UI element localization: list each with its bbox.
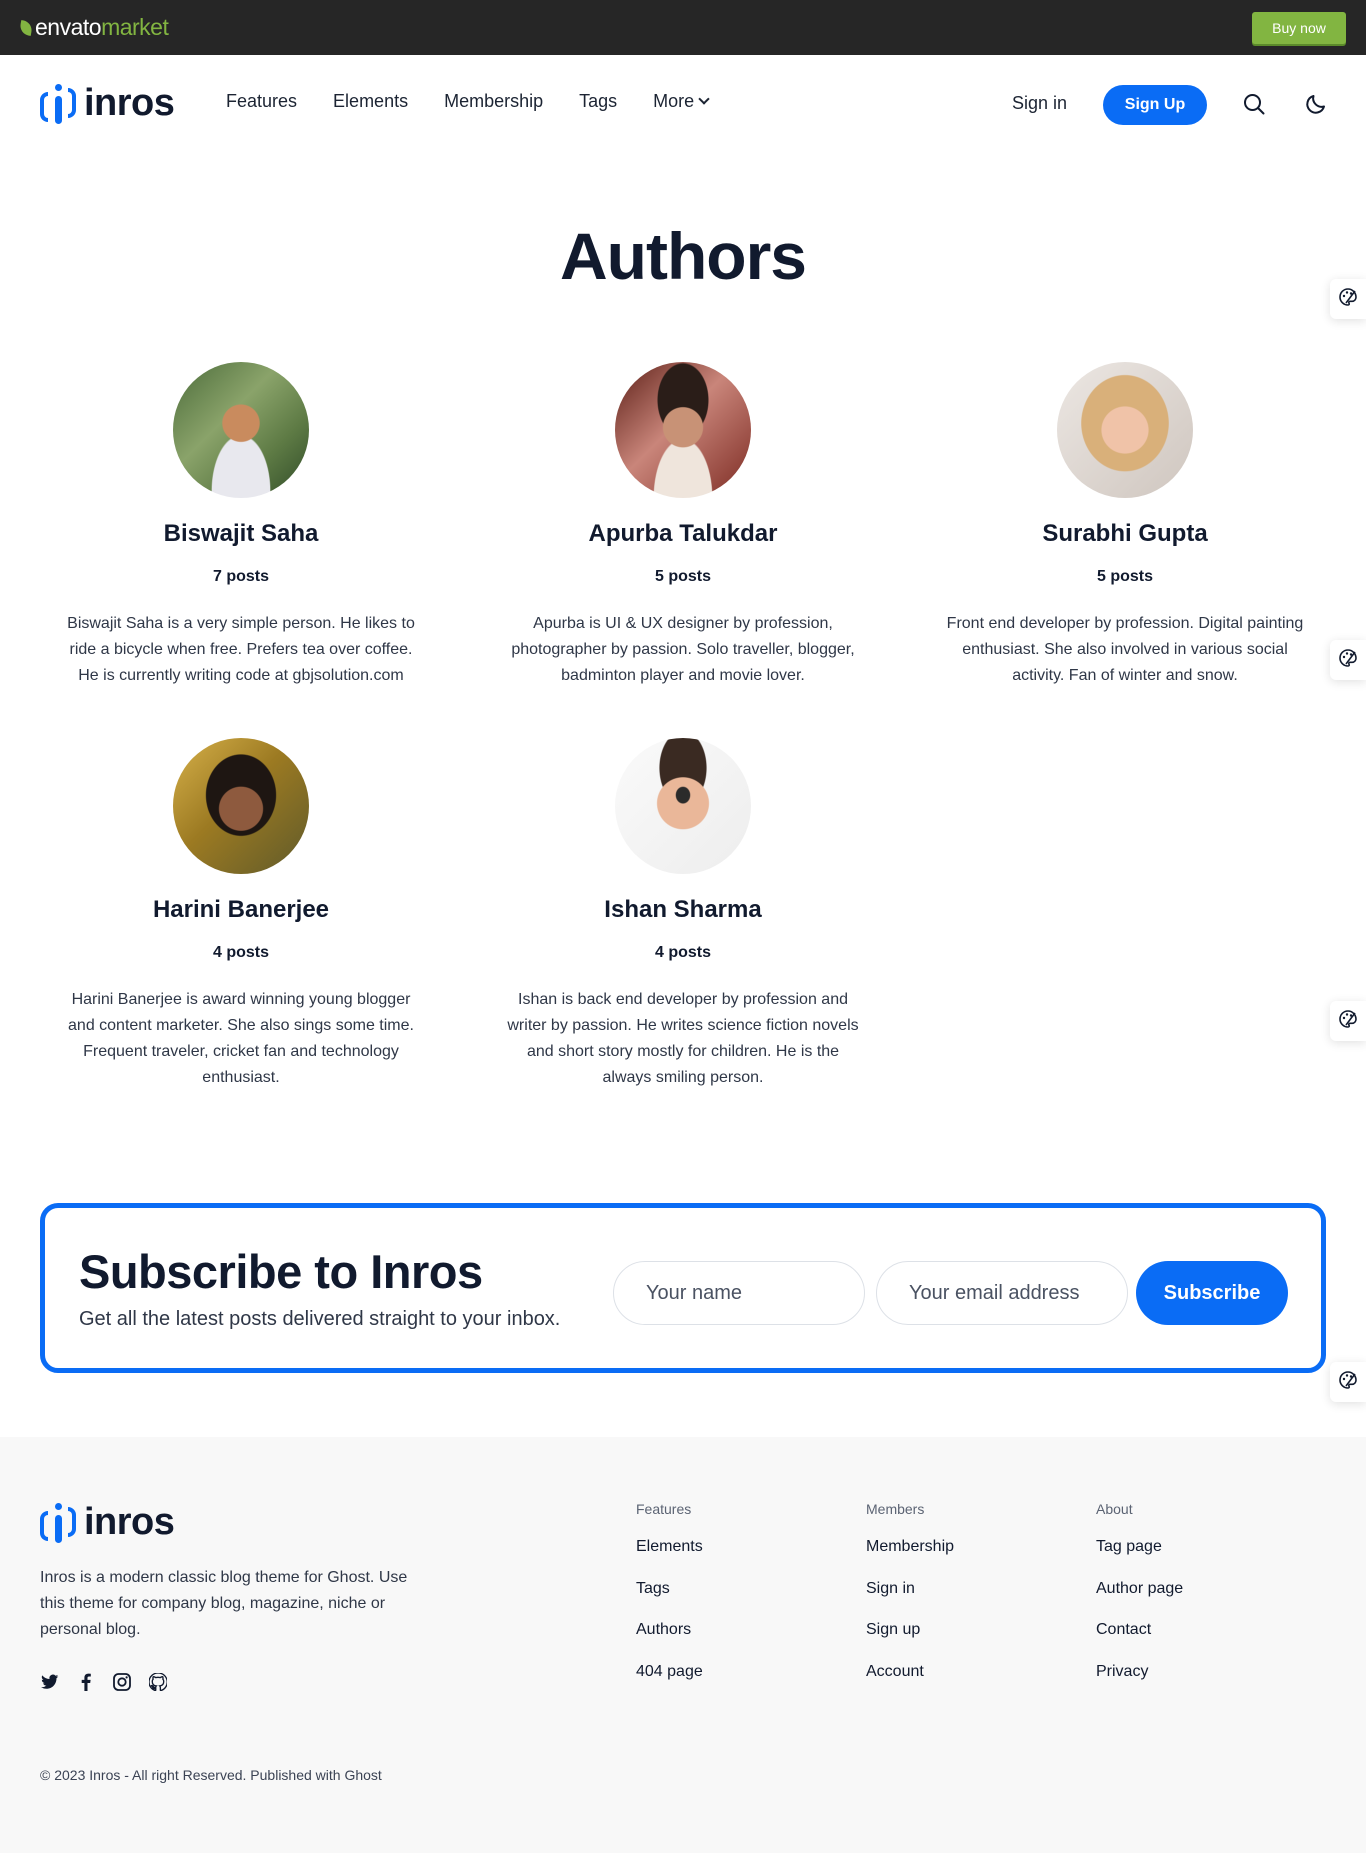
facebook-icon[interactable] [76,1672,96,1692]
buy-now-button[interactable]: Buy now [1252,12,1346,44]
author-name[interactable]: Ishan Sharma [493,896,873,924]
color-palette-tab[interactable] [1330,640,1366,680]
footer-link[interactable]: Membership [866,1537,954,1579]
envato-bar: envato market Buy now [0,0,1366,55]
color-palette-tab[interactable] [1330,1362,1366,1402]
palette-icon [1338,287,1358,312]
author-post-count: 4 posts [212,944,269,961]
avatar[interactable] [173,362,309,498]
avatar[interactable] [615,362,751,498]
author-post-count: 4 posts [654,944,711,961]
subscribe-section: Subscribe to Inros Get all the latest po… [40,1203,1326,1373]
footer-column-about: About Tag page Author page Contact Priva… [1096,1501,1183,1703]
nav-item-elements[interactable]: Elements [333,91,408,112]
sign-up-button[interactable]: Sign Up [1103,85,1207,125]
subscribe-description: Get all the latest posts delivered strai… [79,1308,561,1330]
brand-logo[interactable]: inros [40,82,175,125]
envato-logo-prefix: envato [35,14,102,40]
name-field[interactable]: Your name [613,1261,865,1325]
palette-icon [1338,1009,1358,1034]
footer-column-heading: About [1096,1501,1133,1517]
author-card[interactable]: Surabhi Gupta 5 posts Front end develope… [935,362,1315,689]
author-name[interactable]: Biswajit Saha [51,520,431,548]
footer-column-heading: Members [866,1501,925,1517]
site-footer: inros Inros is a modern classic blog the… [0,1437,1366,1853]
author-bio: Front end developer by profession. Digit… [946,615,1304,684]
color-palette-tab[interactable] [1330,1001,1366,1041]
sign-in-link[interactable]: Sign in [1012,93,1067,114]
subscribe-title: Subscribe to Inros [79,1245,483,1298]
footer-link[interactable]: Authors [636,1620,703,1662]
author-name[interactable]: Surabhi Gupta [935,520,1315,548]
author-bio: Harini Banerjee is award winning young b… [68,991,414,1086]
brand-text: inros [84,82,175,124]
author-card[interactable]: Biswajit Saha 7 posts Biswajit Saha is a… [51,362,431,689]
footer-column-features: Features Elements Tags Authors 404 page [636,1501,703,1703]
footer-link[interactable]: Privacy [1096,1662,1183,1704]
nav-item-more[interactable]: More [653,91,710,112]
footer-brand-text: inros [84,1501,175,1543]
nav-item-tags[interactable]: Tags [579,91,617,112]
footer-brand-logo[interactable]: inros [40,1501,175,1544]
author-name[interactable]: Apurba Talukdar [493,520,873,548]
author-name[interactable]: Harini Banerjee [51,896,431,924]
author-bio: Biswajit Saha is a very simple person. H… [67,615,415,684]
social-links [40,1672,168,1692]
palette-icon [1338,1370,1358,1395]
copyright: © 2023 Inros - All right Reserved. Publi… [40,1767,382,1783]
author-card[interactable]: Harini Banerjee 4 posts Harini Banerjee … [51,738,431,1091]
inros-logo-icon [40,1502,78,1543]
search-icon[interactable] [1243,93,1265,115]
subscribe-button[interactable]: Subscribe [1136,1261,1288,1325]
envato-logo-suffix: market [101,14,169,40]
moon-icon[interactable] [1305,93,1327,115]
footer-link[interactable]: Tags [636,1579,703,1621]
footer-link[interactable]: Sign up [866,1620,954,1662]
author-card[interactable]: Ishan Sharma 4 posts Ishan is back end d… [493,738,873,1091]
nav-item-features[interactable]: Features [226,91,297,112]
footer-link[interactable]: Author page [1096,1579,1183,1621]
footer-column-members: Members Membership Sign in Sign up Accou… [866,1501,954,1703]
footer-link[interactable]: Account [866,1662,954,1704]
envato-leaf-icon [18,19,34,36]
nav-item-more-label: More [653,91,695,111]
author-bio: Ishan is back end developer by professio… [507,991,859,1086]
color-palette-tab[interactable] [1330,279,1366,319]
footer-description: Inros is a modern classic blog theme for… [40,1569,408,1638]
email-field[interactable]: Your email address [876,1261,1128,1325]
site-header: inros Features Elements Membership Tags … [0,55,1366,152]
avatar[interactable] [1057,362,1193,498]
footer-link[interactable]: Sign in [866,1579,954,1621]
page-title: Authors [560,219,807,293]
nav-item-membership[interactable]: Membership [444,91,543,112]
avatar[interactable] [615,738,751,874]
footer-link[interactable]: Elements [636,1537,703,1579]
avatar[interactable] [173,738,309,874]
github-icon[interactable] [148,1672,168,1692]
author-post-count: 5 posts [1096,568,1153,585]
inros-logo-icon [40,83,78,124]
envato-logo[interactable]: envato market [18,14,169,41]
footer-link[interactable]: Contact [1096,1620,1183,1662]
chevron-down-icon [698,93,710,105]
main-nav: Features Elements Membership Tags More [226,91,744,112]
footer-link[interactable]: 404 page [636,1662,703,1704]
instagram-icon[interactable] [112,1672,132,1692]
author-post-count: 7 posts [212,568,269,585]
twitter-icon[interactable] [40,1672,60,1692]
author-bio: Apurba is UI & UX designer by profession… [511,615,855,684]
footer-link[interactable]: Tag page [1096,1537,1183,1579]
footer-column-heading: Features [636,1501,692,1517]
author-post-count: 5 posts [654,568,711,585]
author-card[interactable]: Apurba Talukdar 5 posts Apurba is UI & U… [493,362,873,689]
palette-icon [1338,648,1358,673]
